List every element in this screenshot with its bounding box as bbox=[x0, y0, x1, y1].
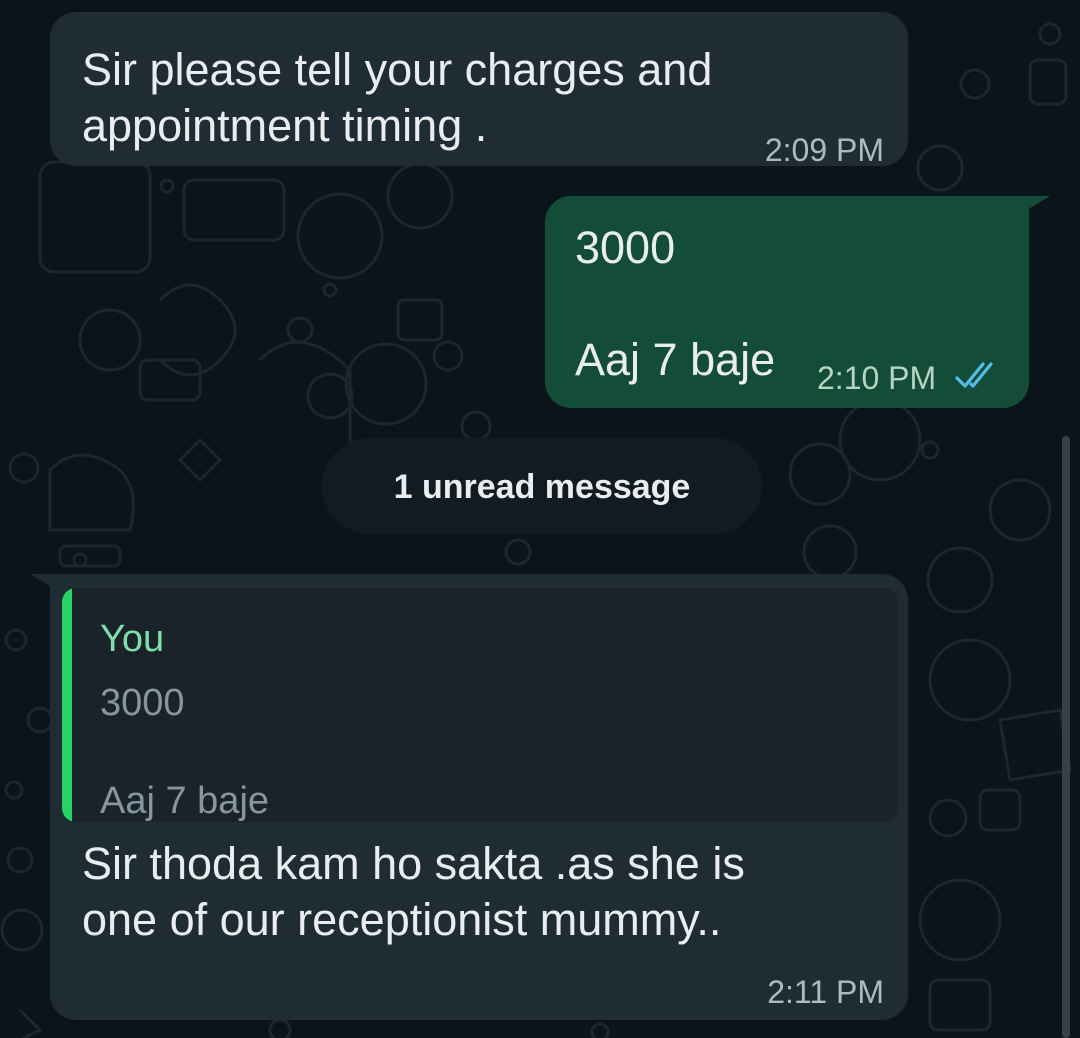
quote-line: 3000 bbox=[100, 682, 185, 724]
unread-divider: 1 unread message bbox=[322, 438, 762, 534]
quote-author: You bbox=[100, 618, 165, 660]
message-text: Sir please tell your charges and appoint… bbox=[82, 44, 713, 151]
quote-bar bbox=[62, 588, 72, 822]
message-time: 2:10 PM bbox=[817, 360, 937, 396]
message-text: Sir thoda kam ho sakta .as she is one of… bbox=[82, 838, 745, 945]
double-check-icon bbox=[955, 362, 993, 388]
message-bubble-incoming[interactable]: Sir please tell your charges and appoint… bbox=[50, 12, 908, 168]
scrollbar[interactable] bbox=[1062, 436, 1070, 1038]
message-bubble-outgoing[interactable]: 3000 Aaj 7 baje 2:10 PM bbox=[545, 196, 1029, 408]
message-bubble-incoming[interactable]: You 3000 Aaj 7 baje Sir thoda kam ho sak… bbox=[50, 574, 908, 1020]
unread-divider-label: 1 unread message bbox=[393, 468, 691, 506]
quoted-message[interactable]: You 3000 Aaj 7 baje bbox=[62, 588, 898, 822]
chat-area[interactable]: Sir please tell your charges and appoint… bbox=[0, 0, 1080, 1038]
quote-line: Aaj 7 baje bbox=[100, 780, 270, 822]
message-line: Aaj 7 baje bbox=[575, 334, 776, 385]
message-time: 2:09 PM bbox=[764, 132, 884, 168]
message-line: 3000 bbox=[575, 222, 676, 273]
message-time: 2:11 PM bbox=[767, 974, 884, 1010]
